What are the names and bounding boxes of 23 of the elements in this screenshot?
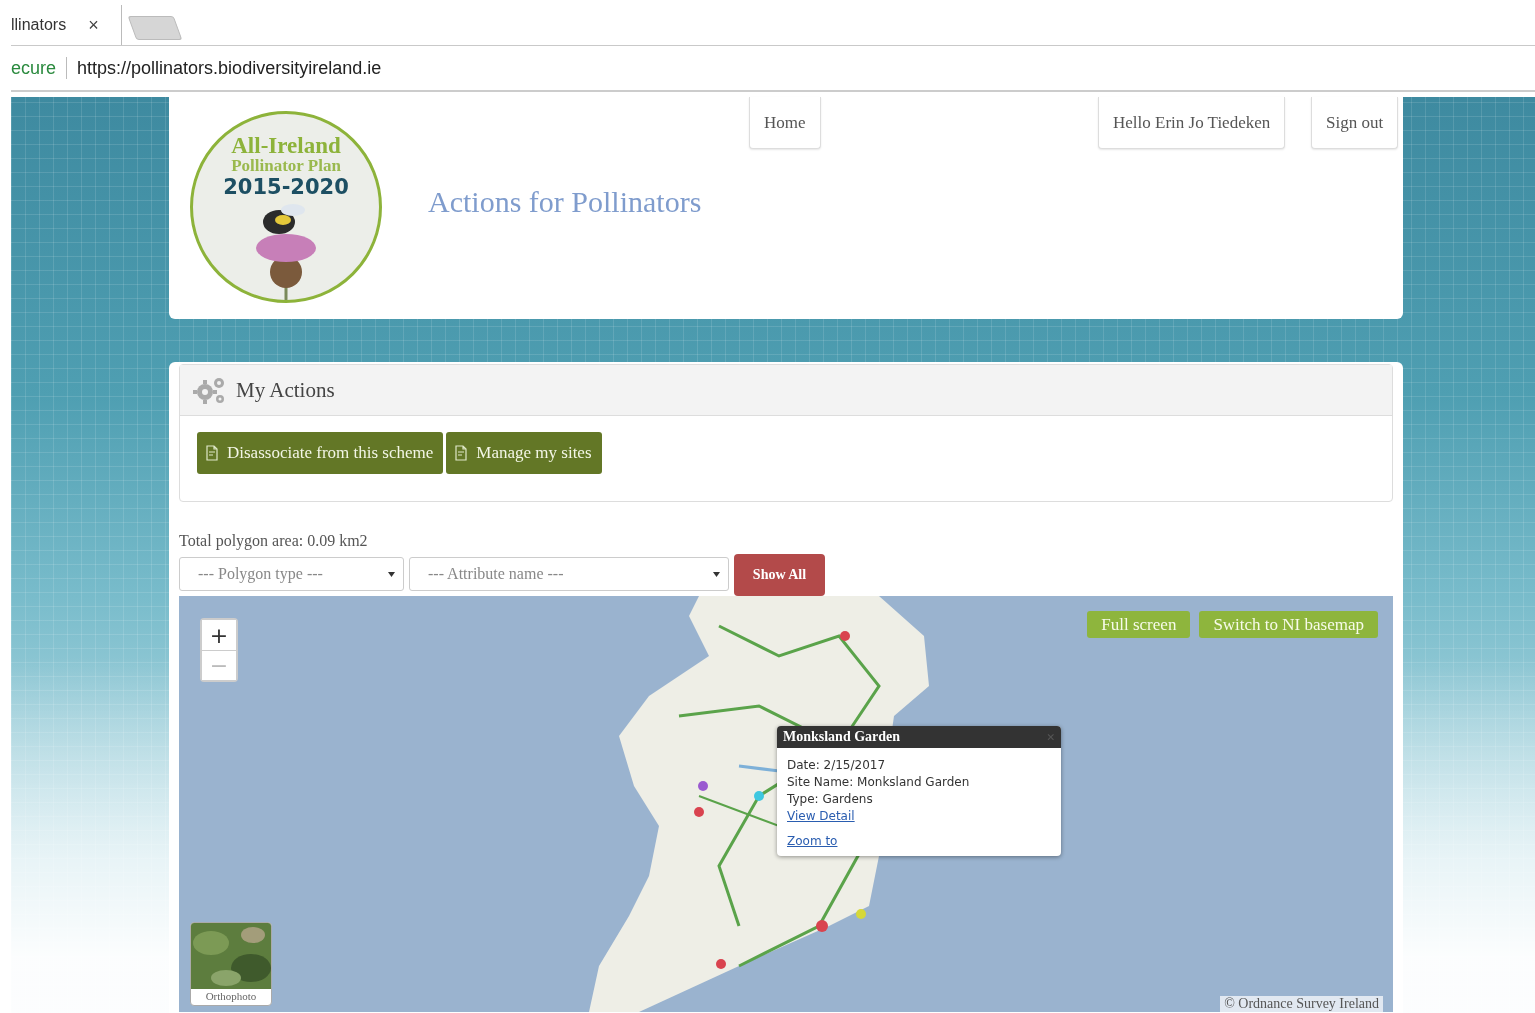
- nav-button[interactable]: Hello Erin Jo Tiedeken: [1098, 97, 1286, 149]
- address-field[interactable]: https://pollinators.biodiversityireland.ie: [77, 57, 382, 79]
- caret-icon: [388, 571, 395, 577]
- browser-tab[interactable]: llinators ×: [11, 5, 122, 45]
- area-text: Total polygon area: 0.09 km2: [179, 532, 369, 552]
- security-label: ecure: [11, 57, 57, 79]
- section-title: My Actions: [236, 377, 335, 403]
- document-icon: [454, 445, 469, 461]
- select-field[interactable]: --- Attribute name ---: [409, 557, 729, 591]
- nav-button[interactable]: Home: [749, 97, 821, 149]
- caret-icon: [713, 571, 720, 577]
- logo-text: Pollinator Plan: [231, 157, 341, 176]
- nav-button[interactable]: Sign out: [1311, 97, 1399, 149]
- logo-text: 2015-2020: [223, 175, 349, 198]
- logo-text: All-Ireland: [231, 134, 341, 157]
- document-icon: [205, 445, 219, 461]
- action-button[interactable]: Disassociate from this scheme: [197, 432, 444, 474]
- select-field[interactable]: --- Polygon type ---: [179, 557, 404, 591]
- page-title: Actions for Pollinators: [428, 185, 702, 220]
- close-icon[interactable]: ×: [88, 14, 99, 36]
- tab-title: llinators: [11, 16, 67, 34]
- show-all-button[interactable]: Show All: [734, 554, 825, 596]
- action-button[interactable]: Manage my sites: [446, 432, 602, 474]
